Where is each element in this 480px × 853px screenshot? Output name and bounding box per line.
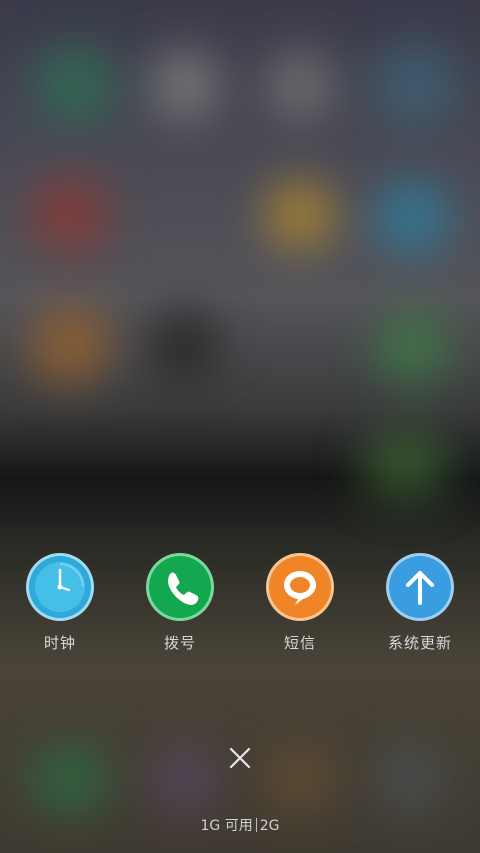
arrow-up-icon bbox=[386, 553, 454, 621]
memory-status: 1G 可用 2G bbox=[0, 815, 480, 835]
recent-apps-screen: 时钟 拨号 短信 系统更新 1G 可用 2G bbox=[0, 0, 480, 853]
app-label-messages: 短信 bbox=[283, 634, 316, 652]
app-dialer[interactable]: 拨号 bbox=[120, 550, 240, 653]
memory-total: 2G bbox=[259, 818, 280, 834]
app-label-dialer: 拨号 bbox=[163, 634, 196, 652]
app-messages[interactable]: 短信 bbox=[240, 550, 360, 653]
app-label-system-update: 系统更新 bbox=[387, 634, 452, 652]
close-all-button[interactable] bbox=[220, 738, 260, 778]
app-system-update[interactable]: 系统更新 bbox=[360, 550, 480, 653]
clock-icon bbox=[26, 553, 94, 621]
message-icon bbox=[266, 553, 334, 621]
blurred-background bbox=[0, 0, 480, 853]
memory-separator bbox=[255, 818, 257, 832]
memory-free: 1G 可用 bbox=[200, 818, 253, 834]
app-label-clock: 时钟 bbox=[43, 634, 76, 652]
app-clock[interactable]: 时钟 bbox=[0, 550, 120, 653]
recent-apps-row: 时钟 拨号 短信 系统更新 bbox=[0, 550, 480, 660]
close-icon bbox=[229, 747, 251, 769]
phone-icon bbox=[146, 553, 214, 621]
